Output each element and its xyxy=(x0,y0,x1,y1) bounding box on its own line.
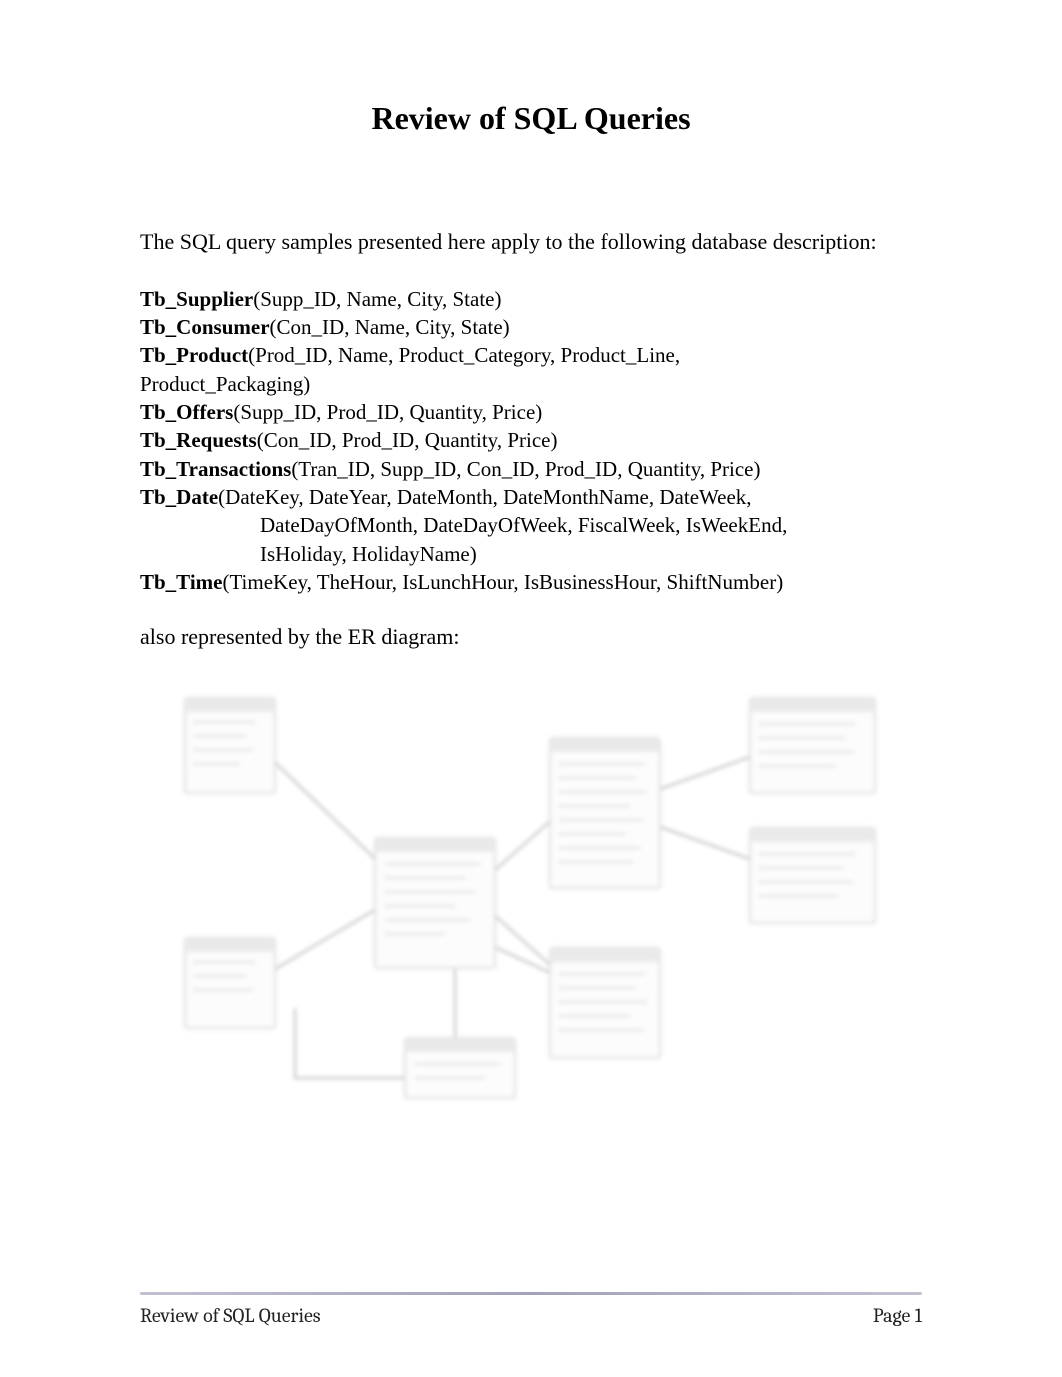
table-name: Tb_Transactions xyxy=(140,457,291,481)
schema-row-transactions: Tb_Transactions(Tran_ID, Supp_ID, Con_ID… xyxy=(140,455,922,483)
table-fields: (Con_ID, Prod_ID, Quantity, Price) xyxy=(257,428,558,452)
schema-row-time: Tb_Time(TimeKey, TheHour, IsLunchHour, I… xyxy=(140,568,922,596)
page-footer: Review of SQL Queries Page 1 xyxy=(140,1304,922,1327)
schema-row-product-cont: Product_Packaging) xyxy=(140,370,922,398)
table-name: Tb_Consumer xyxy=(140,315,270,339)
er-diagram xyxy=(135,678,915,1108)
schema-row-consumer: Tb_Consumer(Con_ID, Name, City, State) xyxy=(140,313,922,341)
schema-block: Tb_Supplier(Supp_ID, Name, City, State) … xyxy=(140,285,922,597)
schema-row-offers: Tb_Offers(Supp_ID, Prod_ID, Quantity, Pr… xyxy=(140,398,922,426)
table-name: Tb_Supplier xyxy=(140,287,253,311)
footer-page: Page 1 xyxy=(873,1304,922,1327)
footer-rule xyxy=(140,1292,922,1295)
document-page: Review of SQL Queries The SQL query samp… xyxy=(0,0,1062,1377)
table-fields: (Tran_ID, Supp_ID, Con_ID, Prod_ID, Quan… xyxy=(291,457,760,481)
table-name: Tb_Time xyxy=(140,570,222,594)
table-fields: (Supp_ID, Prod_ID, Quantity, Price) xyxy=(233,400,542,424)
schema-row-date: Tb_Date(DateKey, DateYear, DateMonth, Da… xyxy=(140,483,922,511)
table-fields: (Supp_ID, Name, City, State) xyxy=(253,287,501,311)
intro-paragraph: The SQL query samples presented here app… xyxy=(140,227,922,257)
schema-row-supplier: Tb_Supplier(Supp_ID, Name, City, State) xyxy=(140,285,922,313)
footer-page-number: 1 xyxy=(915,1304,922,1327)
schema-row-date-cont1: DateDayOfMonth, DateDayOfWeek, FiscalWee… xyxy=(140,511,922,539)
table-name: Tb_Product xyxy=(140,343,248,367)
page-title: Review of SQL Queries xyxy=(140,100,922,137)
table-name: Tb_Requests xyxy=(140,428,257,452)
table-name: Tb_Offers xyxy=(140,400,233,424)
schema-row-date-cont2: IsHoliday, HolidayName) xyxy=(140,540,922,568)
table-fields: (DateKey, DateYear, DateMonth, DateMonth… xyxy=(218,485,751,509)
er-diagram-svg xyxy=(135,678,915,1108)
schema-row-requests: Tb_Requests(Con_ID, Prod_ID, Quantity, P… xyxy=(140,426,922,454)
table-name: Tb_Date xyxy=(140,485,218,509)
also-paragraph: also represented by the ER diagram: xyxy=(140,624,922,650)
table-fields: (Prod_ID, Name, Product_Category, Produc… xyxy=(248,343,680,367)
table-fields: (TimeKey, TheHour, IsLunchHour, IsBusine… xyxy=(222,570,783,594)
schema-row-product: Tb_Product(Prod_ID, Name, Product_Catego… xyxy=(140,341,922,369)
table-fields: (Con_ID, Name, City, State) xyxy=(270,315,510,339)
footer-title: Review of SQL Queries xyxy=(140,1304,321,1327)
footer-page-label: Page xyxy=(873,1304,910,1327)
